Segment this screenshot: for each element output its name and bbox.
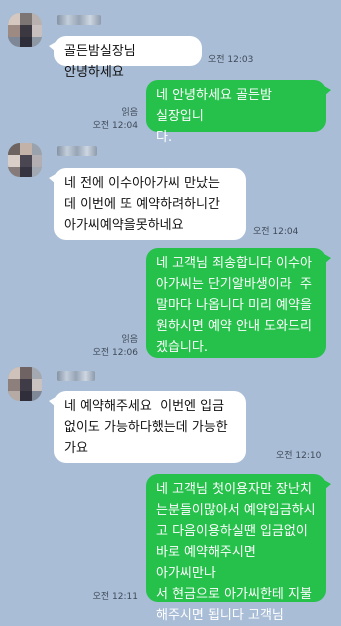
avatar[interactable] (8, 367, 42, 401)
message-time: 오전 12:10 (276, 451, 322, 461)
message-time: 오전 12:11 (92, 592, 138, 602)
message-time: 오전 12:04 (253, 227, 299, 237)
sender-name (57, 371, 95, 381)
message-bubble[interactable]: 네 안녕하세요 골든밤 실장입니 다. (146, 80, 331, 145)
message-time: 오전 12:06 (92, 348, 138, 358)
message-bubble[interactable]: 네 고객님 죄송합니다 이수아 아가씨는 단기알바생이라 주 말마다 나옵니다 … (146, 248, 331, 358)
message-time: 오전 12:03 (208, 55, 254, 65)
message-bubble[interactable]: 네 예약해주세요 이번엔 입금 없이도 가능하다했는데 가능한 가요 (49, 391, 246, 463)
read-indicator: 읽음 (121, 335, 138, 345)
message-time: 오전 12:04 (92, 121, 138, 131)
avatar[interactable] (8, 143, 42, 177)
sender-name (57, 15, 101, 25)
message-bubble[interactable]: 네 전에 이수아아가씨 만났는 데 이번에 또 예약하려하니간 아가씨예약을못하… (49, 168, 246, 240)
sender-name (57, 146, 97, 156)
message-bubble[interactable]: 골든밤실장님 안녕하세요 (49, 36, 202, 80)
avatar[interactable] (8, 13, 42, 47)
message-bubble[interactable]: 네 고객님 첫이용자만 장난치 는분들이많아서 예약입금하시 고 다음이용하실땐… (146, 474, 331, 623)
read-indicator: 읽음 (121, 108, 138, 118)
